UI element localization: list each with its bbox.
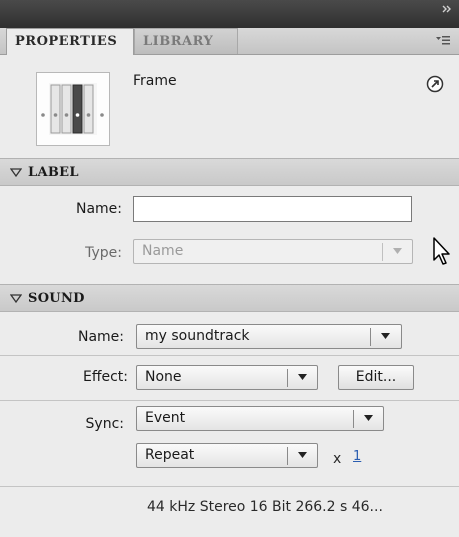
panel-menu-icon[interactable] — [435, 34, 451, 46]
sound-section-title: SOUND — [28, 291, 85, 306]
sound-repeat-value: Repeat — [145, 447, 195, 463]
panel-tab-strip: PROPERTIES LIBRARY — [0, 28, 459, 55]
disclosure-triangle-icon — [10, 168, 22, 177]
chevron-down-icon — [381, 333, 390, 339]
mouse-pointer-icon — [432, 236, 454, 268]
disclosure-triangle-icon — [10, 294, 22, 303]
tab-library[interactable]: LIBRARY — [134, 28, 238, 54]
sound-info-text: 44 kHz Stereo 16 Bit 266.2 s 46... — [147, 499, 383, 515]
edit-envelope-button[interactable]: Edit... — [338, 365, 414, 390]
chevron-down-icon — [298, 374, 307, 380]
repeat-count-link[interactable]: 1 — [353, 449, 361, 464]
dropdown-separator — [287, 369, 288, 387]
chevron-down-icon — [298, 452, 307, 458]
dropdown-separator — [382, 243, 383, 261]
sound-name-value: my soundtrack — [145, 328, 250, 344]
frame-thumbnail-icon — [36, 72, 110, 146]
label-section-header[interactable]: LABEL — [0, 158, 459, 186]
dropdown-separator — [287, 447, 288, 465]
help-icon[interactable] — [426, 75, 444, 93]
sound-sync-value: Event — [145, 410, 186, 426]
sound-name-dropdown[interactable]: my soundtrack — [136, 324, 402, 349]
sound-effect-dropdown[interactable]: None — [136, 365, 318, 390]
label-section-title: LABEL — [28, 165, 79, 180]
sound-effect-value: None — [145, 369, 182, 385]
row-divider — [0, 486, 459, 487]
frame-title: Frame — [133, 73, 177, 89]
label-name-field[interactable] — [133, 196, 412, 222]
row-divider — [0, 400, 459, 401]
panel-title-bar — [0, 0, 459, 29]
label-type-dropdown: Name — [133, 239, 413, 264]
frame-header: Frame — [0, 55, 459, 158]
dropdown-separator — [370, 328, 371, 346]
row-divider — [0, 355, 459, 356]
label-name-label: Name: — [75, 201, 122, 217]
label-type-value: Name — [142, 243, 184, 259]
sound-effect-label: Effect: — [82, 369, 128, 385]
sound-sync-label: Sync: — [85, 416, 124, 432]
repeat-times-symbol: x — [333, 451, 342, 467]
sound-sync-dropdown[interactable]: Event — [136, 406, 384, 431]
double-chevron-right-icon[interactable] — [441, 4, 453, 14]
sound-section-header[interactable]: SOUND — [0, 284, 459, 312]
chevron-down-icon — [364, 415, 373, 421]
dropdown-separator — [353, 410, 354, 428]
sound-repeat-dropdown[interactable]: Repeat — [136, 443, 318, 468]
chevron-down-icon — [393, 248, 402, 254]
label-type-label: Type: — [85, 245, 122, 261]
sound-name-label: Name: — [77, 329, 124, 345]
tab-properties[interactable]: PROPERTIES — [6, 28, 134, 55]
